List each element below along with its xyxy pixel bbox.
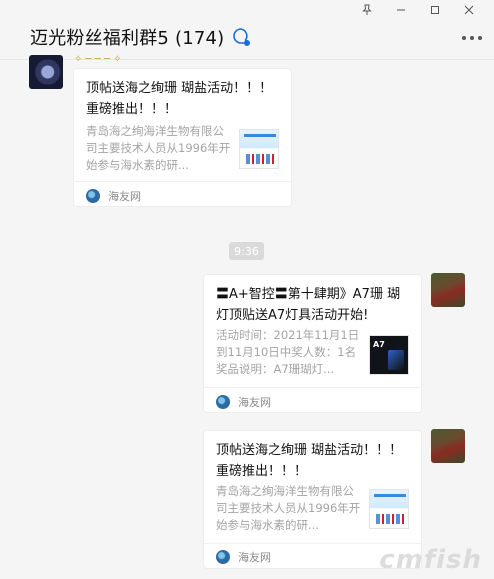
card-description: 活动时间：2021年11月1日到11月10日中奖人数：1名奖品说明：A7珊瑚灯.… (216, 328, 360, 376)
more-dot-icon (470, 36, 474, 40)
source-name: 海友网 (108, 190, 141, 203)
group-name: 迈光粉丝福利群5 (174) (30, 28, 225, 49)
divider (74, 181, 291, 182)
partial-message-remnant: ✧ ─ ─ ─ ✧ (74, 54, 122, 65)
link-card[interactable]: 〓A+智控〓第十肆期》A7珊 瑚灯顶贴送A7灯具活动开始! 活动时间：2021年… (203, 274, 422, 413)
source-name: 海友网 (238, 551, 271, 564)
thumbnail-label: A7 (373, 340, 385, 349)
card-description: 青岛海之绚海洋生物有限公司主要技术人员从1996年开始参与海水素的研... (216, 484, 361, 532)
card-title: 顶帖送海之绚珊 瑚盐活动！！！ 重磅推出！！！ (86, 81, 273, 117)
avatar[interactable] (29, 55, 63, 89)
source-logo-icon (216, 550, 230, 564)
card-thumbnail (239, 129, 279, 169)
card-title: 顶帖送海之绚珊 瑚盐活动！！！ 重磅推出！！！ (216, 443, 403, 479)
source-logo-icon (216, 395, 230, 409)
card-source: 海友网 (86, 188, 141, 204)
divider (204, 387, 421, 388)
title-bar: 迈光粉丝福利群5 (174) (0, 0, 494, 60)
close-icon[interactable] (452, 2, 486, 18)
avatar[interactable] (431, 273, 465, 307)
card-source: 海友网 (216, 394, 271, 410)
chat-title: 迈光粉丝福利群5 (174) (30, 24, 252, 50)
avatar[interactable] (431, 429, 465, 463)
thumbnail-image: A7 (370, 336, 408, 374)
timestamp: 9:36 (229, 242, 264, 260)
window-controls (350, 2, 486, 18)
more-dot-icon (462, 36, 466, 40)
card-title: 〓A+智控〓第十肆期》A7珊 瑚灯顶贴送A7灯具活动开始! (216, 287, 401, 323)
thumbnail-image (240, 130, 278, 168)
card-description: 青岛海之绚海洋生物有限公司主要技术人员从1996年开始参与海水素的研... (86, 124, 231, 172)
source-name: 海友网 (238, 396, 271, 409)
source-logo-icon (86, 189, 100, 203)
minimize-icon[interactable] (384, 2, 418, 18)
card-source: 海友网 (216, 549, 271, 565)
card-thumbnail: A7 (369, 335, 409, 375)
pin-icon[interactable] (350, 2, 384, 18)
more-options-button[interactable] (462, 36, 482, 40)
group-chat-icon[interactable] (230, 26, 252, 48)
thumbnail-image (370, 490, 408, 528)
more-dot-icon (478, 36, 482, 40)
device-graphic (388, 350, 404, 370)
watermark: cmfish (379, 545, 482, 575)
divider (204, 543, 421, 544)
maximize-icon[interactable] (418, 2, 452, 18)
card-thumbnail (369, 489, 409, 529)
link-card[interactable]: 顶帖送海之绚珊 瑚盐活动！！！ 重磅推出！！！ 青岛海之绚海洋生物有限公司主要技… (73, 68, 292, 207)
